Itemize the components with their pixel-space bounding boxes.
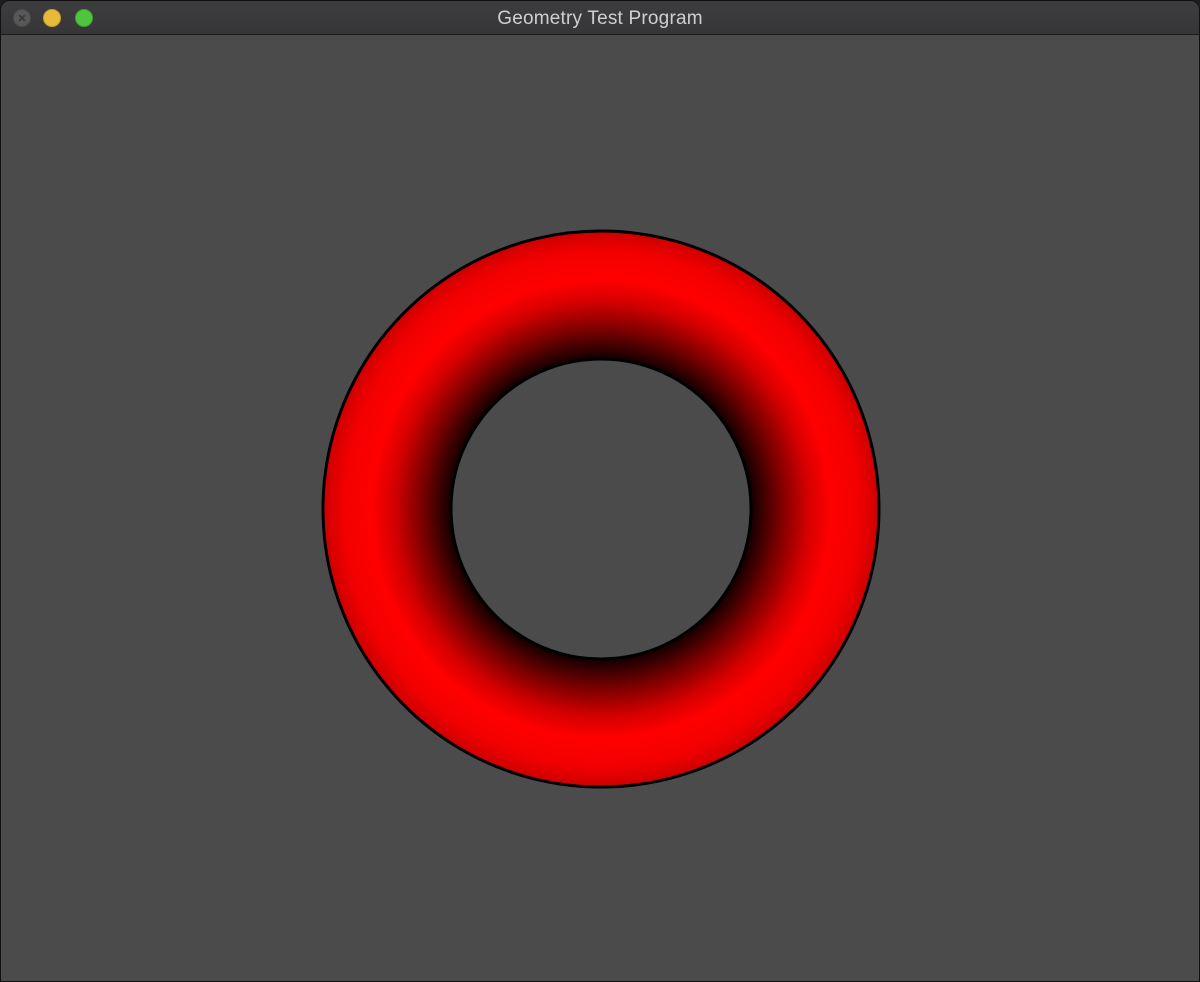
title-bar[interactable]: Geometry Test Program bbox=[1, 1, 1199, 35]
window-title: Geometry Test Program bbox=[497, 8, 703, 29]
torus-shape bbox=[321, 229, 881, 789]
app-window: Geometry Test Program bbox=[0, 0, 1200, 982]
scene-svg bbox=[321, 229, 881, 789]
render-viewport[interactable] bbox=[1, 35, 1199, 981]
